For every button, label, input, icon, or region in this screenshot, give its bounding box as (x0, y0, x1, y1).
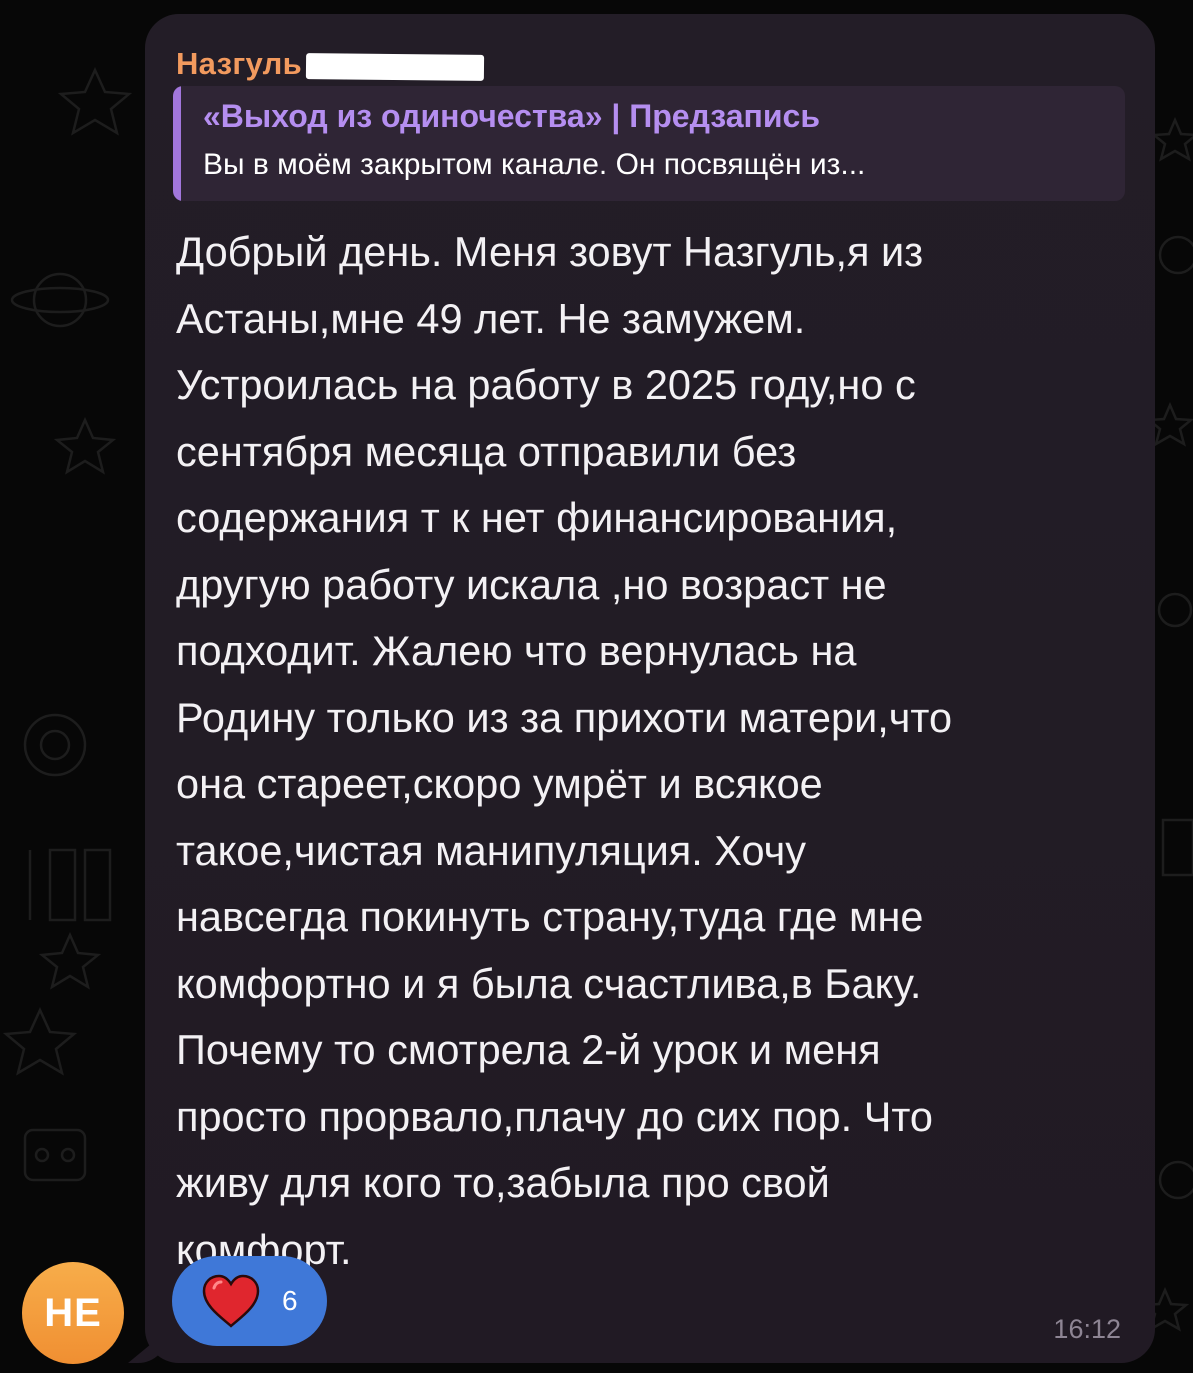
star-doodle (57, 66, 133, 136)
reply-title: «Выход из одиночества» | Предзапись (203, 98, 821, 134)
message-text: Добрый день. Меня зовут Назгуль,я из Аст… (176, 219, 1126, 1283)
reply-text: Вы в моём закрытом канале. Он посвящён и… (203, 148, 866, 181)
redaction-mark (305, 53, 485, 81)
message-line: Почему то смотрела 2-й урок и меня (176, 1026, 881, 1073)
message-line: просто прорвало,плачу до сих пор. Что (176, 1092, 933, 1140)
message-line: она стареет,скоро умрёт и всякое (176, 760, 823, 807)
planet-doodle (32, 272, 88, 328)
message-line: комфорт. (176, 1225, 352, 1273)
star-doodle (38, 931, 102, 990)
message-line: другую работу искала ,но возраст не (176, 560, 887, 608)
number-doodle (28, 848, 112, 922)
message-line: содержания т к нет финансирования, (176, 494, 898, 541)
reply-accent-bar (173, 86, 181, 201)
message-line: такое,чистая манипуляция. Хочу (176, 826, 807, 874)
message-line: Родину только из за прихоти матери,что (176, 693, 953, 741)
star-doodle (1150, 116, 1193, 162)
message-line: сентября месяца отправили без (176, 427, 797, 475)
heart-icon (202, 1274, 260, 1328)
message-line: Астаны,мне 49 лет. Не замужем. (176, 294, 806, 342)
message-line: навсегда покинуть страну,туда где мне (176, 893, 924, 940)
avatar-initials: НЕ (44, 1290, 102, 1335)
star-doodle (1145, 401, 1193, 447)
sender-name[interactable]: Назгуль (176, 46, 302, 82)
star-doodle (53, 416, 117, 475)
message-bubble[interactable]: Назгуль «Выход из одиночества» | Предзап… (145, 14, 1155, 1363)
message-line: подходит. Жалею что вернулась на (176, 627, 857, 674)
reply-preview[interactable]: «Выход из одиночества» | Предзапись Вы в… (173, 86, 1125, 201)
message-time: 16:12 (1053, 1314, 1121, 1344)
reaction-count: 6 (282, 1285, 298, 1316)
message-line: комфортно и я была счастлива,в Баку. (176, 959, 922, 1007)
planet-doodle (1158, 235, 1193, 275)
sender-row: Назгуль (176, 42, 485, 86)
message-line: Добрый день. Меня зовут Назгуль,я из (176, 228, 924, 275)
message-line: Устроилась на работу в 2025 году,но с (176, 361, 916, 408)
avatar[interactable]: НЕ (22, 1262, 124, 1364)
star-doodle (2, 1006, 78, 1076)
reaction-button[interactable]: 6 (172, 1256, 327, 1346)
message-line: живу для кого то,забыла про свой (176, 1159, 830, 1206)
ring-doodle (23, 713, 87, 777)
robot-doodle (23, 1128, 87, 1182)
